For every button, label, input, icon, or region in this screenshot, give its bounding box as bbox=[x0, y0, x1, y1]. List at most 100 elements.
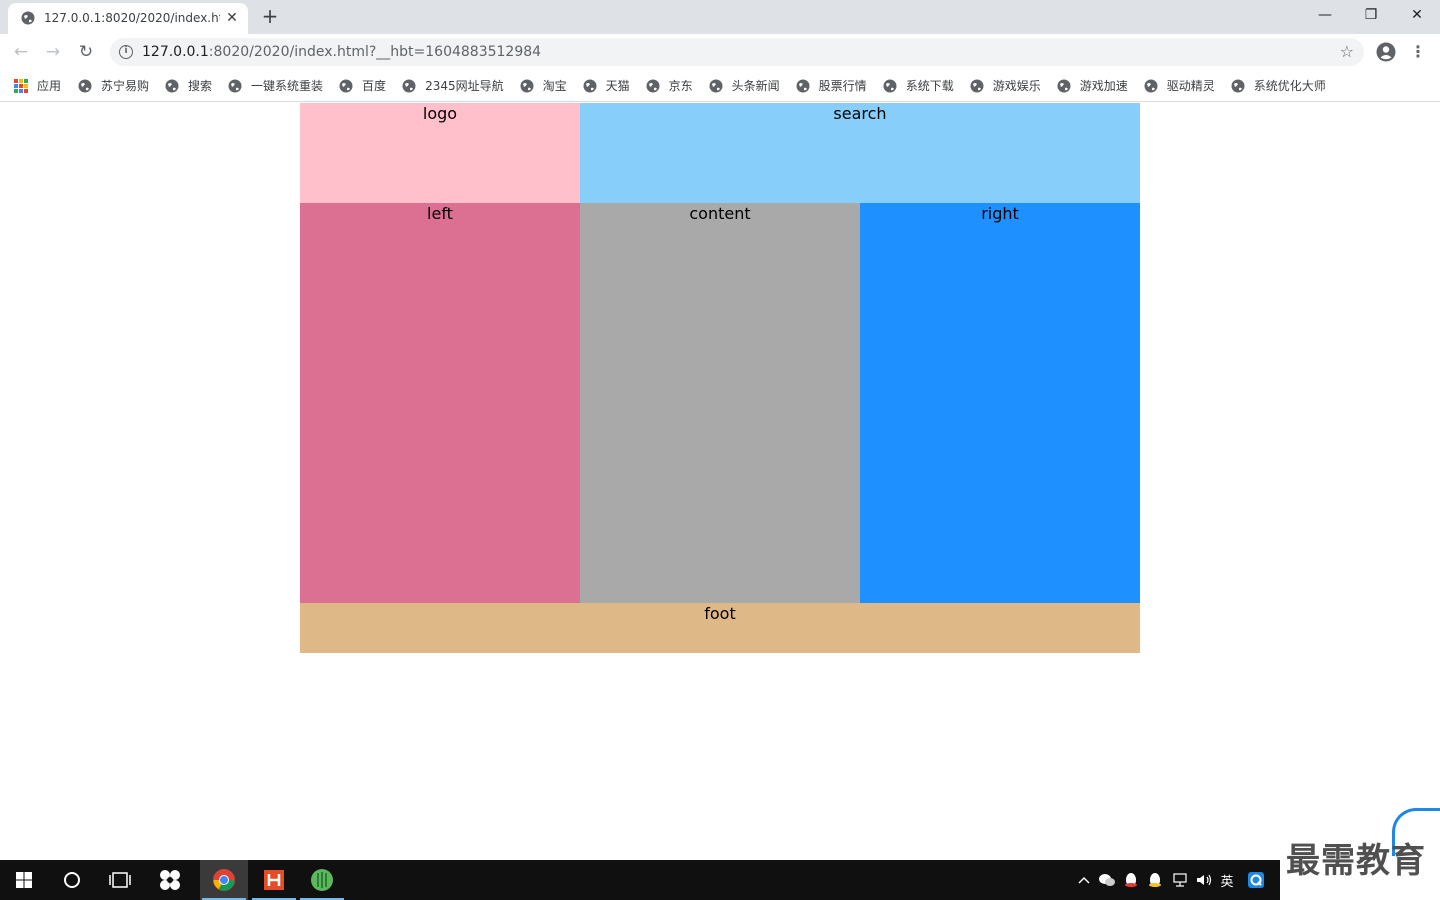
windows-taskbar: 英 bbox=[0, 860, 1280, 900]
tab-title: 127.0.0.1:8020/2020/index.html?__hbt=160… bbox=[44, 11, 220, 25]
search-box: search bbox=[580, 103, 1140, 203]
maximize-button[interactable]: ❐ bbox=[1348, 2, 1394, 28]
penguin-icon bbox=[1149, 873, 1161, 887]
hbuilder-taskbar-button[interactable] bbox=[250, 860, 298, 900]
globe-icon bbox=[21, 11, 35, 25]
globe-icon bbox=[883, 79, 897, 93]
chrome-taskbar-button[interactable] bbox=[200, 860, 248, 900]
hbuilder-icon bbox=[264, 870, 284, 890]
bookmarks-bar: 应用 苏宁易购 搜索 一键系统重装 百度 2345网址导航 淘宝 天猫 京东 头… bbox=[0, 70, 1440, 102]
right-column: right bbox=[860, 203, 1140, 603]
bookmark-star-icon[interactable]: ☆ bbox=[1340, 43, 1354, 61]
network-icon bbox=[1173, 873, 1187, 887]
globe-icon bbox=[970, 79, 984, 93]
content-column: content bbox=[580, 203, 860, 603]
footer-box: foot bbox=[300, 603, 1140, 653]
bookmark-item[interactable]: 苏宁易购 bbox=[78, 78, 149, 94]
globe-icon bbox=[165, 79, 179, 93]
bookmark-item[interactable]: 股票行情 bbox=[796, 78, 867, 94]
volume-tray-icon[interactable] bbox=[1194, 860, 1216, 900]
pinned-app-button[interactable] bbox=[146, 860, 194, 900]
cortana-circle-icon bbox=[64, 872, 80, 888]
qq-browser-tray-icon[interactable] bbox=[1244, 860, 1268, 900]
bookmark-label: 系统下载 bbox=[905, 79, 954, 93]
watermark-text: 最需教育 bbox=[1286, 841, 1426, 881]
globe-icon bbox=[796, 79, 810, 93]
globe-icon bbox=[709, 79, 723, 93]
bookmark-label: 2345网址导航 bbox=[425, 79, 504, 93]
bookmark-label: 淘宝 bbox=[542, 79, 567, 93]
bookmark-label: 一键系统重装 bbox=[251, 79, 324, 93]
bookmark-item[interactable]: 2345网址导航 bbox=[402, 78, 504, 94]
site-info-icon[interactable]: i bbox=[119, 45, 133, 59]
green-app-icon bbox=[311, 869, 333, 891]
url-path: :8020/2020/index.html?__hbt=160488351298… bbox=[208, 44, 542, 60]
new-tab-button[interactable]: + bbox=[258, 6, 282, 28]
bookmark-item[interactable]: 头条新闻 bbox=[709, 78, 780, 94]
bookmark-label: 驱动精灵 bbox=[1166, 79, 1215, 93]
qq-tray-icon-2[interactable] bbox=[1144, 860, 1166, 900]
bookmark-item[interactable]: 系统下载 bbox=[883, 78, 954, 94]
globe-icon bbox=[1144, 79, 1158, 93]
wechat-icon bbox=[1099, 874, 1115, 886]
task-view-button[interactable] bbox=[96, 860, 144, 900]
task-view-icon bbox=[109, 872, 131, 888]
apps-shortcut[interactable]: 应用 bbox=[14, 78, 61, 94]
globe-icon bbox=[228, 79, 242, 93]
bookmark-item[interactable]: 天猫 bbox=[583, 78, 630, 94]
speaker-icon bbox=[1197, 874, 1212, 886]
penguin-icon bbox=[1125, 873, 1137, 887]
pinwheel-app-icon bbox=[160, 870, 180, 890]
search-taskbar-button[interactable] bbox=[48, 860, 96, 900]
close-window-button[interactable]: ✕ bbox=[1394, 2, 1440, 28]
forward-button[interactable]: → bbox=[40, 39, 66, 65]
browser-tab[interactable]: 127.0.0.1:8020/2020/index.html?__hbt=160… bbox=[8, 3, 248, 34]
globe-icon bbox=[1231, 79, 1245, 93]
ime-indicator[interactable]: 英 bbox=[1216, 860, 1238, 900]
globe-icon bbox=[339, 79, 353, 93]
bookmark-label: 搜索 bbox=[188, 79, 213, 93]
bookmark-item[interactable]: 游戏娱乐 bbox=[970, 78, 1041, 94]
bookmark-label: 游戏娱乐 bbox=[992, 79, 1041, 93]
bookmark-label: 天猫 bbox=[605, 79, 630, 93]
bookmark-item[interactable]: 系统优化大师 bbox=[1231, 78, 1326, 94]
q-app-icon bbox=[1248, 872, 1264, 888]
bookmark-item[interactable]: 一键系统重装 bbox=[228, 78, 323, 94]
bookmark-item[interactable]: 淘宝 bbox=[520, 78, 567, 94]
logo-box: logo bbox=[300, 103, 580, 203]
profile-icon[interactable] bbox=[1376, 42, 1396, 62]
bookmark-label: 系统优化大师 bbox=[1253, 79, 1326, 93]
bookmark-label: 百度 bbox=[362, 79, 387, 93]
bookmark-list: 苏宁易购 搜索 一键系统重装 百度 2345网址导航 淘宝 天猫 京东 头条新闻… bbox=[78, 78, 1342, 94]
globe-icon bbox=[583, 79, 597, 93]
bookmark-item[interactable]: 游戏加速 bbox=[1057, 78, 1128, 94]
chrome-icon bbox=[213, 869, 235, 891]
bookmark-label: 游戏加速 bbox=[1079, 79, 1128, 93]
bookmark-item[interactable]: 驱动精灵 bbox=[1144, 78, 1215, 94]
back-button[interactable]: ← bbox=[8, 39, 34, 65]
bookmark-item[interactable]: 京东 bbox=[646, 78, 693, 94]
wechat-tray-icon[interactable] bbox=[1096, 860, 1118, 900]
qq-tray-icon[interactable] bbox=[1120, 860, 1142, 900]
menu-icon[interactable]: ⋮ bbox=[1410, 40, 1426, 64]
bookmark-item[interactable]: 百度 bbox=[339, 78, 386, 94]
bookmark-label: 京东 bbox=[668, 79, 693, 93]
reload-button[interactable]: ↻ bbox=[73, 39, 99, 65]
globe-icon bbox=[520, 79, 534, 93]
bookmark-label: 股票行情 bbox=[818, 79, 867, 93]
apps-label: 应用 bbox=[37, 79, 62, 93]
tab-close-icon[interactable]: ✕ bbox=[224, 10, 240, 26]
green-app-taskbar-button[interactable] bbox=[298, 860, 346, 900]
globe-icon bbox=[646, 79, 660, 93]
start-button[interactable] bbox=[0, 860, 48, 900]
network-tray-icon[interactable] bbox=[1168, 860, 1192, 900]
bookmark-item[interactable]: 搜索 bbox=[165, 78, 212, 94]
bookmark-label: 头条新闻 bbox=[731, 79, 780, 93]
minimize-button[interactable]: — bbox=[1302, 2, 1348, 28]
address-bar[interactable]: i 127.0.0.1:8020/2020/index.html?__hbt=1… bbox=[110, 38, 1364, 66]
tray-overflow-icon[interactable] bbox=[1074, 860, 1094, 900]
globe-icon bbox=[402, 79, 416, 93]
url-host: 127.0.0.1 bbox=[142, 44, 209, 60]
globe-icon bbox=[78, 79, 92, 93]
url-text[interactable]: 127.0.0.1:8020/2020/index.html?__hbt=160… bbox=[142, 44, 541, 60]
